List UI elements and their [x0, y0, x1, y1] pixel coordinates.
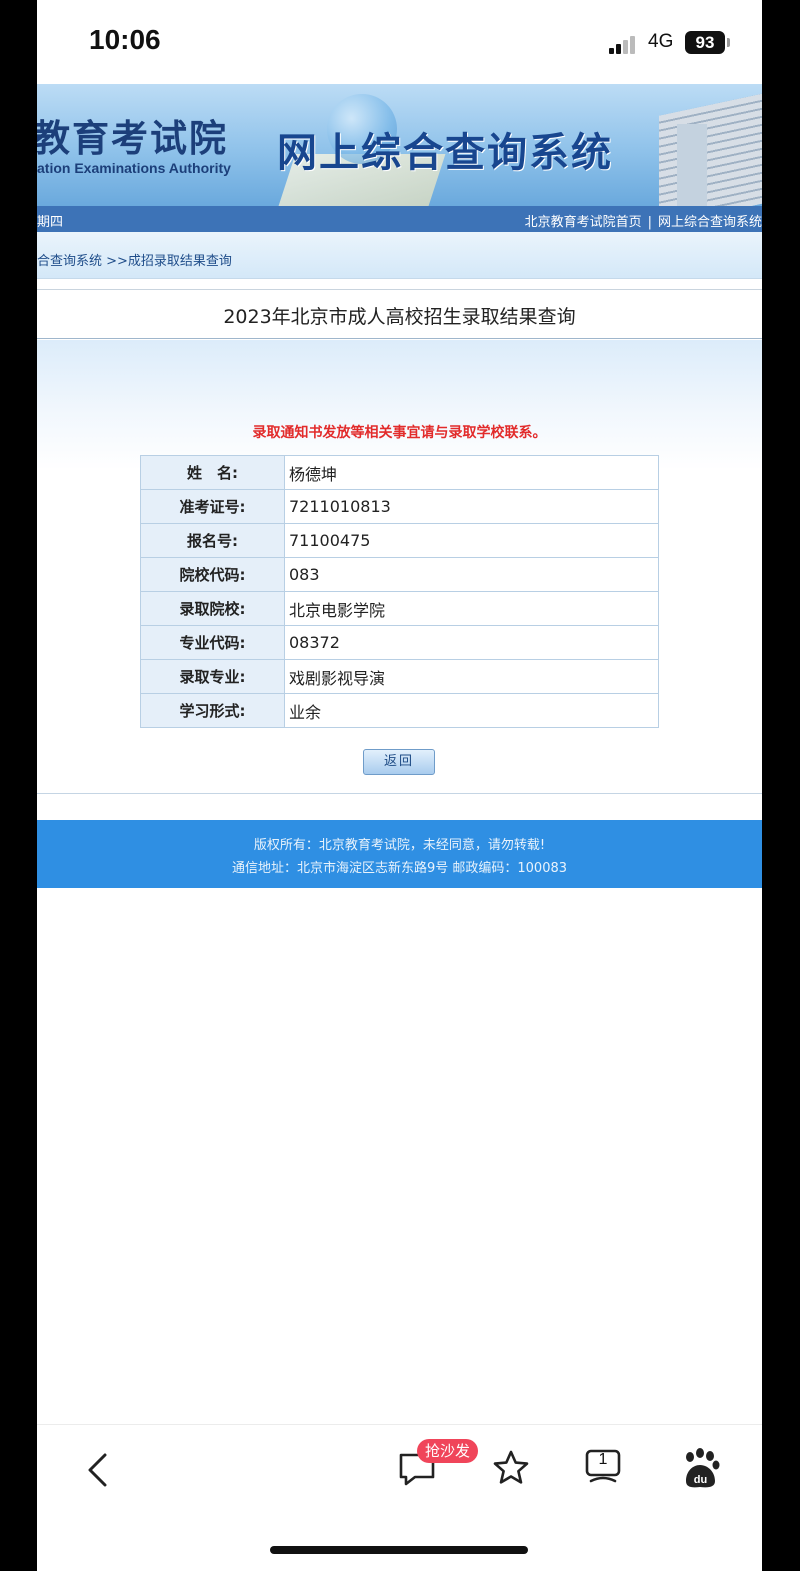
- back-icon[interactable]: [85, 1453, 111, 1487]
- table-row: 录取专业: 戏剧影视导演: [140, 659, 659, 694]
- row-label: 姓 名:: [140, 455, 285, 490]
- row-label: 录取院校:: [140, 591, 285, 626]
- tabs-icon[interactable]: 1: [585, 1449, 625, 1489]
- building-graphic: [659, 92, 762, 206]
- battery-icon: 93: [685, 31, 725, 54]
- divider: [37, 793, 762, 794]
- row-label: 录取专业:: [140, 659, 285, 694]
- footer-copyright: 版权所有：北京教育考试院，未经同意，请勿转载!: [253, 838, 546, 853]
- result-content: 录取通知书发放等相关事宜请与录取学校联系。 姓 名: 杨德坤 准考证号: 72110…: [37, 340, 762, 792]
- nav-bar: 期四 北京教育考试院首页 | 网上综合查询系统: [37, 206, 762, 232]
- signal-icon: [609, 34, 641, 54]
- row-value: 北京电影学院: [284, 591, 659, 626]
- table-row: 准考证号: 7211010813: [140, 489, 659, 524]
- table-row: 姓 名: 杨德坤: [140, 455, 659, 490]
- row-value: 7211010813: [284, 489, 659, 524]
- tab-count: 1: [598, 1451, 608, 1468]
- system-title: 网上综合查询系统: [277, 130, 613, 176]
- row-value: 71100475: [284, 523, 659, 558]
- site-banner: 教育考试院 ation Examinations Authority 网上综合查…: [37, 84, 762, 206]
- table-row: 报名号: 71100475: [140, 523, 659, 558]
- row-label: 学习形式:: [140, 693, 285, 728]
- nav-link-query-system[interactable]: 网上综合查询系统: [658, 215, 762, 230]
- row-value: 戏剧影视导演: [284, 659, 659, 694]
- breadcrumb-text[interactable]: 合查询系统 >>成招录取结果查询: [37, 250, 232, 269]
- row-value: 083: [284, 557, 659, 592]
- table-row: 专业代码: 08372: [140, 625, 659, 660]
- table-row: 学习形式: 业余: [140, 693, 659, 728]
- status-time: 10:06: [89, 24, 161, 55]
- back-button[interactable]: 返回: [363, 749, 435, 775]
- nav-date: 期四: [37, 215, 64, 230]
- row-value: 杨德坤: [284, 455, 659, 490]
- baidu-icon[interactable]: du: [681, 1447, 721, 1489]
- table-row: 录取院校: 北京电影学院: [140, 591, 659, 626]
- nav-link-home[interactable]: 北京教育考试院首页: [525, 215, 642, 230]
- site-footer: 版权所有：北京教育考试院，未经同意，请勿转载! 通信地址：北京市海淀区志新东路9…: [37, 820, 762, 888]
- row-label: 院校代码:: [140, 557, 285, 592]
- building-graphic-2: [677, 124, 707, 206]
- page-title-box: 2023年北京市成人高校招生录取结果查询: [37, 289, 762, 339]
- nav-separator: |: [647, 215, 652, 230]
- page-title: 2023年北京市成人高校招生录取结果查询: [223, 306, 576, 328]
- status-bar: 10:06 4G 93: [37, 0, 762, 84]
- logo-en: ation Examinations Authority: [37, 160, 231, 176]
- breadcrumb: 合查询系统 >>成招录取结果查询: [37, 232, 762, 279]
- star-icon[interactable]: [492, 1449, 530, 1487]
- footer-address: 通信地址：北京市海淀区志新东路9号 邮政编码：100083: [231, 861, 568, 876]
- row-value: 08372: [284, 625, 659, 660]
- result-table: 姓 名: 杨德坤 准考证号: 7211010813 报名号: 71100475 院校代…: [140, 455, 659, 728]
- row-label: 报名号:: [140, 523, 285, 558]
- row-label: 准考证号:: [140, 489, 285, 524]
- row-label: 专业代码:: [140, 625, 285, 660]
- table-row: 院校代码: 083: [140, 557, 659, 592]
- svg-text:du: du: [694, 1474, 707, 1486]
- home-indicator[interactable]: [270, 1546, 528, 1554]
- comment-badge[interactable]: 抢沙发: [417, 1439, 479, 1463]
- battery-tip: [727, 38, 730, 47]
- network-type: 4G: [648, 31, 674, 52]
- nav-links: 北京教育考试院首页 | 网上综合查询系统: [525, 211, 762, 230]
- notice-text: 录取通知书发放等相关事宜请与录取学校联系。: [252, 425, 547, 441]
- logo-cn: 教育考试院: [37, 116, 228, 160]
- phone-screen: 10:06 4G 93 教育考试院 ation Examinations Aut…: [37, 0, 762, 1571]
- row-value: 业余: [284, 693, 659, 728]
